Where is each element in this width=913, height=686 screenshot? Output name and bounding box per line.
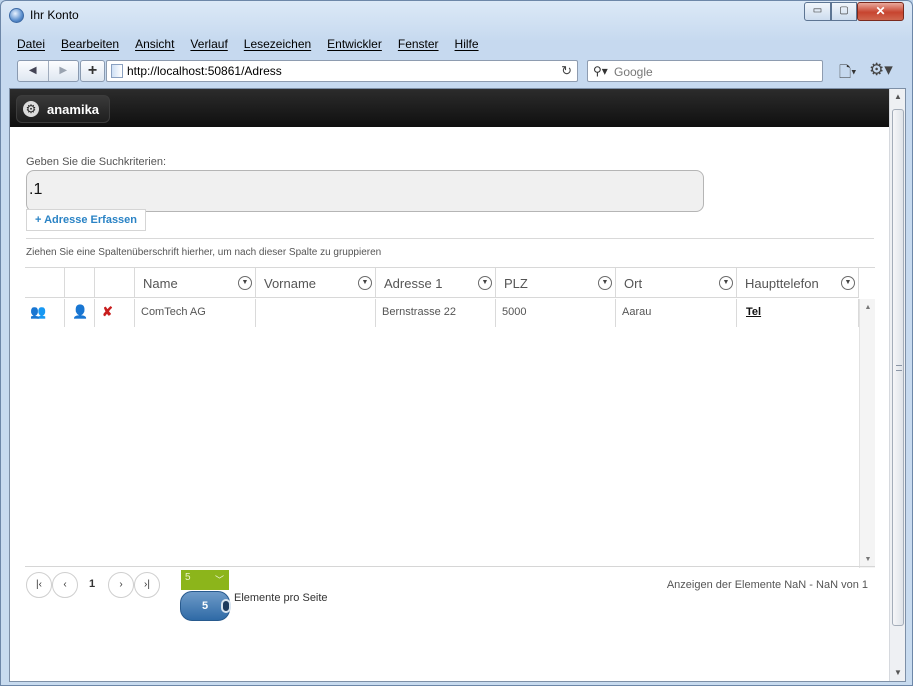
scroll-up-icon[interactable]: ▲: [890, 89, 905, 105]
header-ort-label[interactable]: Ort: [624, 276, 642, 291]
grip-icon: [896, 365, 902, 371]
browser-window: Ihr Konto ▭ ▢ ✕ Datei Bearbeiten Ansicht…: [0, 0, 913, 686]
users-icon[interactable]: 👥: [30, 305, 46, 319]
menu-bearbeiten[interactable]: Bearbeiten: [53, 35, 127, 55]
filter-icon[interactable]: ▼: [478, 276, 492, 290]
grid-scrollbar[interactable]: ▲ ▼: [859, 299, 875, 568]
back-button[interactable]: ◀: [18, 61, 48, 81]
window-title: Ihr Konto: [30, 8, 79, 22]
menu-hilfe[interactable]: Hilfe: [447, 35, 487, 55]
tel-link[interactable]: Tel: [746, 306, 761, 318]
page-size-value[interactable]: 5: [185, 572, 191, 583]
divider: [26, 238, 874, 239]
brand-label: anamika: [47, 101, 100, 117]
close-button[interactable]: ✕: [857, 2, 904, 21]
page-size-dropdown[interactable]: 5 ﹀: [181, 570, 229, 590]
address-bar[interactable]: http://localhost:50861/Adress ↻: [106, 60, 578, 82]
slider-handle-icon[interactable]: [221, 599, 231, 613]
header-telefon-label[interactable]: Haupttelefon: [745, 276, 819, 291]
header-name-label[interactable]: Name: [143, 276, 178, 291]
back-forward-group: ◀ ▶: [17, 60, 79, 82]
header-plz-label[interactable]: PLZ: [504, 276, 528, 291]
header-ort[interactable]: Ort ▼: [616, 268, 737, 297]
header-name[interactable]: Name ▼: [135, 268, 256, 297]
filter-icon[interactable]: ▼: [598, 276, 612, 290]
prev-page-button[interactable]: ‹: [52, 572, 78, 598]
tools-menu-icon[interactable]: ⚙▾: [869, 60, 893, 80]
title-bar: Ihr Konto ▭ ▢ ✕: [1, 1, 912, 29]
grid-header: Name ▼ Vorname ▼ Adresse 1 ▼ PLZ ▼ Ort ▼…: [25, 268, 859, 298]
page-size-label: Elemente pro Seite: [234, 592, 328, 604]
cell-plz: 5000: [496, 299, 616, 327]
reload-icon[interactable]: ↻: [561, 63, 572, 79]
group-hint: Ziehen Sie eine Spaltenüberschrift hierh…: [26, 247, 382, 258]
header-vorname[interactable]: Vorname ▼: [256, 268, 376, 297]
address-grid: Name ▼ Vorname ▼ Adresse 1 ▼ PLZ ▼ Ort ▼…: [25, 267, 875, 568]
brand-button[interactable]: ⚙ anamika: [16, 95, 111, 123]
menu-entwickler[interactable]: Entwickler: [319, 35, 390, 55]
search-box[interactable]: ⚲▾ Google: [587, 60, 823, 82]
current-page[interactable]: 1: [89, 578, 95, 590]
navigation-bar: ◀ ▶ + http://localhost:50861/Adress ↻ ⚲▾…: [9, 59, 906, 85]
menu-bar: Datei Bearbeiten Ansicht Verlauf Lesezei…: [9, 35, 487, 55]
cell-ort: Aarau: [616, 299, 737, 327]
scrollbar-thumb[interactable]: [892, 109, 904, 626]
gear-icon: ⚙: [23, 101, 39, 117]
filter-icon[interactable]: ▼: [841, 276, 855, 290]
header-vorname-label[interactable]: Vorname: [264, 276, 316, 291]
row-icon-cell-2: 👤: [65, 299, 95, 327]
forward-button[interactable]: ▶: [47, 61, 79, 81]
header-adresse[interactable]: Adresse 1 ▼: [376, 268, 496, 297]
add-address-button[interactable]: + Adresse Erfassen: [26, 209, 147, 231]
scroll-down-icon[interactable]: ▼: [890, 665, 905, 681]
row-icon-cell-3: ✘: [95, 299, 135, 327]
maximize-button[interactable]: ▢: [831, 2, 857, 21]
filter-icon[interactable]: ▼: [238, 276, 252, 290]
search-label: Geben Sie die Suchkriterien:: [26, 156, 167, 168]
app-header: ⚙ anamika: [10, 89, 890, 127]
next-page-button[interactable]: ›: [108, 572, 134, 598]
cell-vorname: [256, 299, 376, 327]
cell-telefon: Tel: [737, 299, 859, 327]
page-content: ⚙ anamika Geben Sie die Suchkriterien: .…: [9, 88, 906, 682]
url-text[interactable]: http://localhost:50861/Adress: [127, 64, 282, 78]
user-icon[interactable]: 👤: [72, 305, 88, 319]
row-icon-cell-1: 👥: [25, 299, 65, 327]
search-placeholder[interactable]: Google: [614, 65, 653, 79]
page-menu-icon[interactable]: 🗋▾: [839, 62, 857, 87]
menu-verlauf[interactable]: Verlauf: [182, 35, 235, 55]
page-size-option[interactable]: 5: [180, 591, 231, 621]
header-telefon[interactable]: Haupttelefon ▼: [737, 268, 859, 297]
minimize-button[interactable]: ▭: [804, 2, 831, 21]
header-adresse-label[interactable]: Adresse 1: [384, 276, 443, 291]
cell-adresse: Bernstrasse 22: [376, 299, 496, 327]
header-icon-col-3: [95, 268, 135, 297]
table-row[interactable]: 👥 👤 ✘ ComTech AG Bernstrasse 22 5000 Aar…: [25, 299, 859, 327]
page-size-option-label[interactable]: 5: [202, 600, 208, 612]
search-icon[interactable]: ⚲▾: [593, 64, 608, 78]
filter-icon[interactable]: ▼: [719, 276, 733, 290]
delete-icon[interactable]: ✘: [102, 305, 113, 319]
scroll-down-icon[interactable]: ▼: [860, 556, 876, 563]
last-page-button[interactable]: ›|: [134, 572, 160, 598]
first-page-button[interactable]: |‹: [26, 572, 52, 598]
cell-name: ComTech AG: [135, 299, 256, 327]
menu-lesezeichen[interactable]: Lesezeichen: [236, 35, 319, 55]
menu-fenster[interactable]: Fenster: [390, 35, 447, 55]
header-plz[interactable]: PLZ ▼: [496, 268, 616, 297]
scroll-up-icon[interactable]: ▲: [860, 304, 876, 311]
page-scrollbar[interactable]: ▲ ▼: [889, 89, 905, 681]
new-tab-button[interactable]: +: [80, 60, 105, 82]
filter-icon[interactable]: ▼: [358, 276, 372, 290]
menu-datei[interactable]: Datei: [9, 35, 53, 55]
pager: |‹ ‹ 1 › ›| 5 ﹀ 5 Elemente pro Seite Anz…: [25, 566, 875, 626]
chevron-down-icon[interactable]: ﹀: [215, 573, 224, 586]
menu-ansicht[interactable]: Ansicht: [127, 35, 182, 55]
pager-info: Anzeigen der Elemente NaN - NaN von 1: [666, 579, 868, 591]
search-input[interactable]: .1: [26, 170, 704, 212]
browser-icon: [9, 8, 24, 23]
header-icon-col-1: [25, 268, 65, 297]
header-icon-col-2: [65, 268, 95, 297]
page-icon: [111, 64, 123, 78]
